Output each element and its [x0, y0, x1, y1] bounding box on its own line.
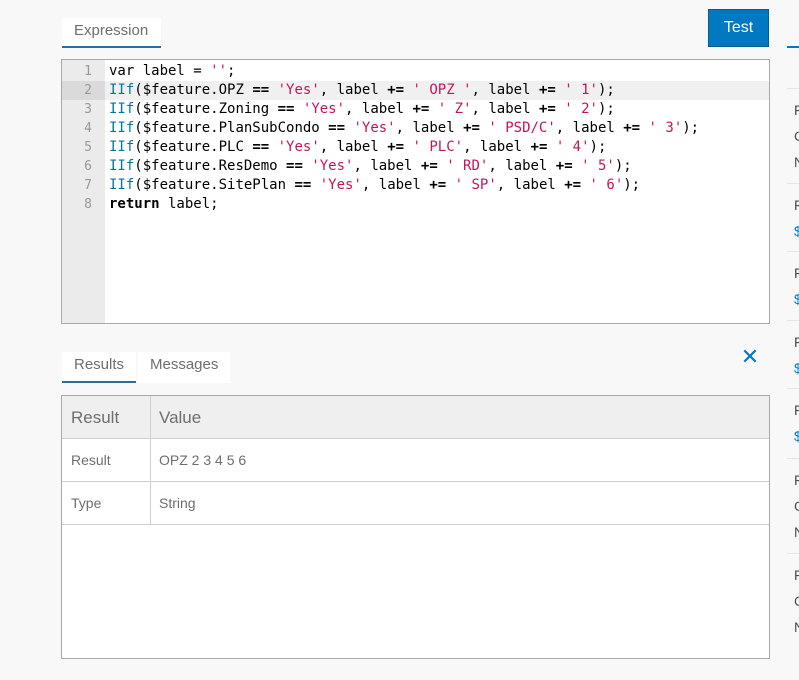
side-panel-item[interactable]: FCN	[787, 458, 799, 553]
side-panel-item[interactable]: F $	[787, 320, 799, 388]
side-panel-text: F	[794, 102, 799, 118]
code-text[interactable]: IIf($feature.SitePlan == 'Yes', label +=…	[109, 176, 640, 195]
table-header-row: Result Value	[62, 396, 769, 439]
code-line[interactable]: 3 IIf($feature.Zoning == 'Yes', label += …	[62, 100, 769, 119]
line-number: 2	[62, 81, 105, 100]
side-panel-text: F	[794, 265, 799, 281]
side-panel-item[interactable]: F $	[787, 388, 799, 458]
header-result: Result	[62, 396, 151, 438]
line-number: 7	[84, 178, 92, 193]
line-number: 1	[84, 64, 92, 79]
side-panel-item[interactable]: FCN	[787, 553, 799, 658]
side-panel-text: N	[794, 525, 799, 539]
side-panel-text: F	[794, 472, 799, 488]
row-value: String	[159, 495, 196, 511]
line-number: 6	[84, 159, 92, 174]
side-panel-text: $	[794, 223, 799, 239]
side-panel-text: $	[794, 360, 799, 376]
code-line[interactable]: 8 return label;	[62, 195, 769, 214]
side-panel-text: F	[794, 567, 799, 583]
table-row: Result OPZ 2 3 4 5 6	[62, 439, 769, 482]
code-lines[interactable]: 1 var label = ''; 2 IIf($feature.OPZ == 'Ye…	[62, 62, 769, 214]
code-line[interactable]: 7 IIf($feature.SitePlan == 'Yes', label +…	[62, 176, 769, 195]
code-text[interactable]: IIf($feature.ResDemo == 'Yes', label += …	[109, 157, 632, 176]
side-panel-item[interactable]: FCN	[787, 88, 799, 183]
code-text[interactable]: IIf($feature.PLC == 'Yes', label += ' PL…	[109, 138, 606, 157]
row-label: Result	[62, 439, 151, 481]
table-row: Type String	[62, 482, 769, 525]
side-panel-list: FCNF$F$F$F$FCNFCN	[787, 88, 799, 658]
side-panel-text: C	[794, 129, 799, 143]
header-value: Value	[159, 408, 202, 427]
code-text[interactable]: IIf($feature.OPZ == 'Yes', label += ' OP…	[109, 81, 615, 100]
row-label: Type	[62, 482, 151, 524]
code-text[interactable]: IIf($feature.PlanSubCondo == 'Yes', labe…	[109, 119, 699, 138]
code-line[interactable]: 5 IIf($feature.PLC == 'Yes', label += ' P…	[62, 138, 769, 157]
side-panel-text: N	[794, 620, 799, 634]
expression-editor[interactable]: 1 var label = ''; 2 IIf($feature.OPZ == 'Ye…	[61, 59, 770, 324]
side-panel-text: N	[794, 155, 799, 169]
test-button[interactable]: Test	[708, 9, 769, 47]
line-number: 5	[84, 140, 92, 155]
code-line[interactable]: 1 var label = '';	[62, 62, 769, 81]
line-number: 3	[84, 102, 92, 117]
code-text[interactable]: var label = '';	[109, 62, 235, 81]
line-number: 8	[84, 197, 92, 212]
side-panel-text: F	[794, 197, 799, 213]
side-panel-text: $	[794, 291, 799, 307]
line-number: 4	[84, 121, 92, 136]
code-text[interactable]: return label;	[109, 195, 219, 214]
tab-results[interactable]: Results	[62, 352, 137, 383]
results-table: Result Value Result OPZ 2 3 4 5 6 Type S…	[61, 395, 770, 659]
row-value: OPZ 2 3 4 5 6	[159, 452, 247, 468]
side-panel-item[interactable]: F $	[787, 183, 799, 251]
side-panel-item[interactable]: F $	[787, 251, 799, 320]
side-panel-text: F	[794, 334, 799, 350]
side-panel-text: C	[794, 594, 799, 608]
side-panel-tab-indicator	[787, 46, 799, 48]
code-text[interactable]: IIf($feature.Zoning == 'Yes', label += '…	[109, 100, 615, 119]
tab-messages[interactable]: Messages	[138, 352, 231, 383]
close-icon[interactable]: ✕	[740, 346, 760, 368]
code-line[interactable]: 6 IIf($feature.ResDemo == 'Yes', label +=…	[62, 157, 769, 176]
side-panel-text: $	[794, 428, 799, 444]
tab-expression[interactable]: Expression	[62, 18, 161, 48]
side-panel-text: C	[794, 499, 799, 513]
code-line[interactable]: 4 IIf($feature.PlanSubCondo == 'Yes', lab…	[62, 119, 769, 138]
side-panel-text: F	[794, 402, 799, 418]
code-line[interactable]: 2 IIf($feature.OPZ == 'Yes', label += ' O…	[62, 81, 769, 100]
